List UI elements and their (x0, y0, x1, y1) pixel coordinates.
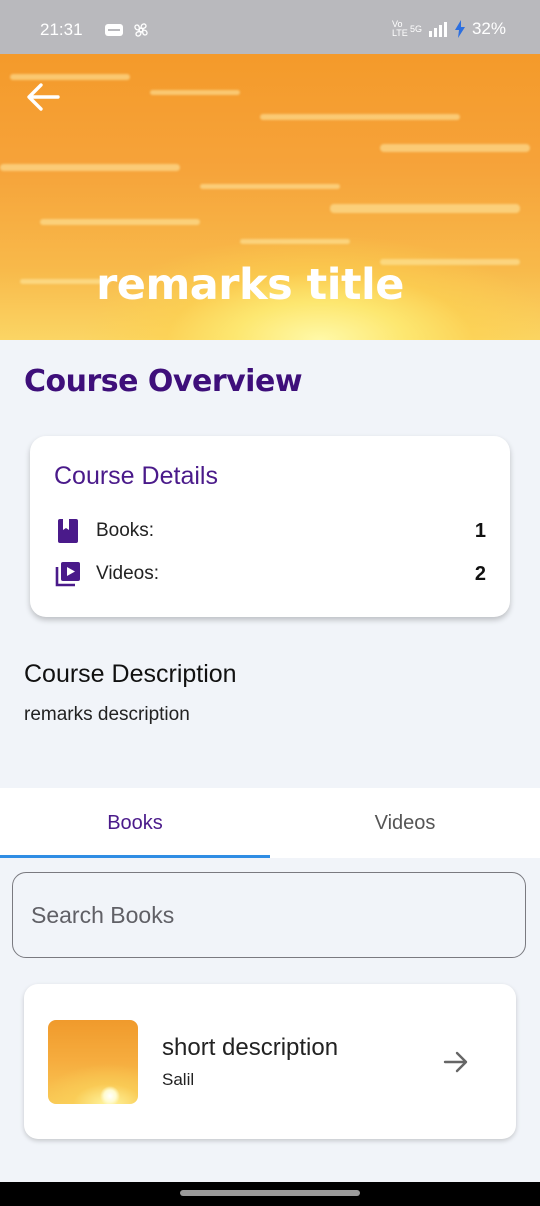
videos-count: 2 (474, 562, 486, 585)
videos-label: Videos: (96, 563, 160, 584)
book-title: short description (162, 1034, 339, 1061)
videos-count-row: Videos: 2 (54, 559, 486, 589)
tab-videos[interactable]: Videos (270, 788, 540, 858)
books-count: 1 (474, 519, 486, 542)
charging-icon (454, 20, 465, 38)
fan-icon (134, 23, 148, 37)
search-books-field (12, 872, 526, 958)
cloud-streak (260, 114, 460, 120)
cloud-streak (240, 239, 350, 244)
status-time: 21:31 (40, 20, 83, 39)
description-text: remarks description (24, 704, 190, 725)
back-button[interactable] (24, 78, 62, 116)
section-title-overview: Course Overview (24, 364, 303, 399)
status-bar: 21:31 Vo LTE 5G 32% (0, 0, 540, 54)
signal-icon (428, 22, 447, 37)
course-details-title: Course Details (54, 462, 218, 490)
books-label: Books: (96, 520, 155, 541)
search-books-input[interactable] (13, 873, 525, 957)
volte-label: Vo LTE (391, 19, 408, 38)
course-title: remarks title (96, 260, 404, 310)
cloud-streak (330, 204, 520, 213)
system-nav-bar (0, 1182, 540, 1206)
home-gesture-handle[interactable] (180, 1190, 360, 1196)
tab-books[interactable]: Books (0, 788, 270, 858)
video-library-icon (54, 560, 82, 588)
book-icon (54, 517, 82, 545)
books-count-row: Books: 1 (54, 516, 486, 546)
battery-percent: 32% (471, 19, 506, 38)
cloud-streak (40, 219, 200, 225)
book-author: Salil (162, 1070, 195, 1089)
arrow-back-icon (27, 83, 60, 111)
cloud-streak (200, 184, 340, 189)
course-details-card: Course Details Books: 1 Videos: 2 (30, 436, 510, 617)
content-tabs: Books Videos (0, 788, 540, 858)
description-heading: Course Description (24, 660, 237, 688)
notification-icons (104, 21, 150, 39)
book-list-item[interactable]: short description Salil (24, 984, 516, 1139)
system-status: Vo LTE 5G 32% (392, 19, 506, 39)
cloud-streak (150, 90, 240, 95)
arrow-forward-icon[interactable] (442, 1048, 470, 1076)
cloud-streak (0, 164, 180, 171)
book-thumbnail (48, 1020, 138, 1104)
message-icon (105, 24, 123, 36)
cloud-streak (380, 144, 530, 152)
network-type: 5G (409, 24, 422, 34)
